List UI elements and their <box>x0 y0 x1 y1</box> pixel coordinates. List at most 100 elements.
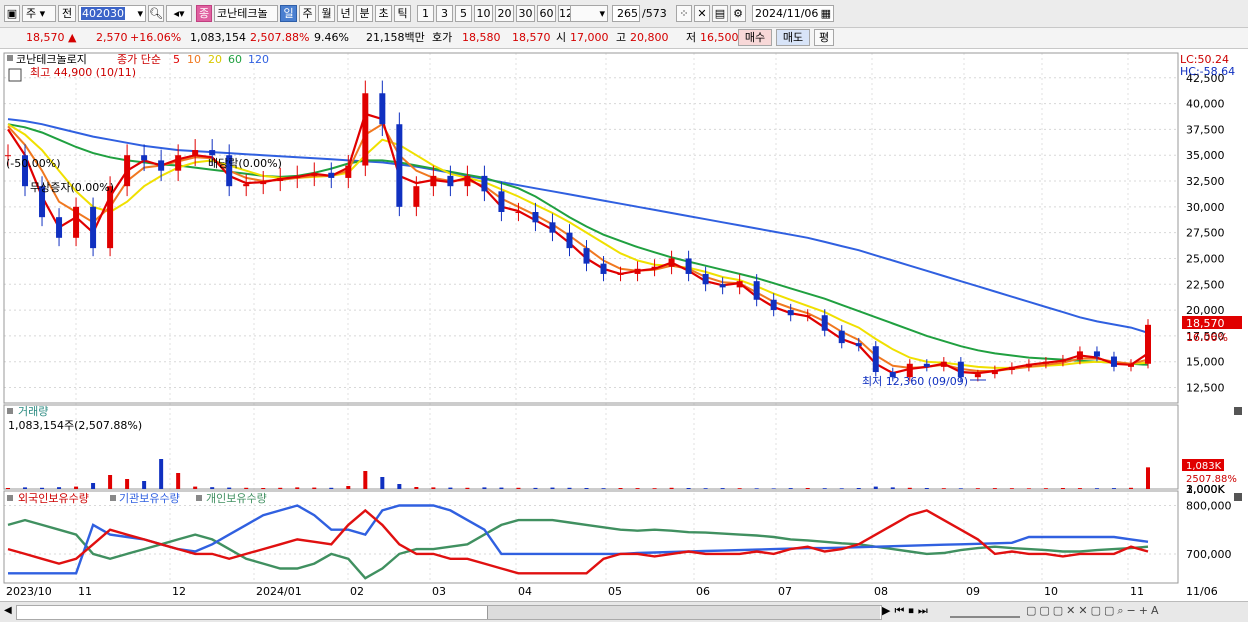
candle-body <box>1127 363 1134 367</box>
price-tick-9: 20,000 <box>1186 304 1225 317</box>
min-price-label: 최저 12,360 (09/09) <box>862 375 968 388</box>
sell-button[interactable]: 매도 <box>776 29 810 46</box>
volume-bar <box>737 488 742 489</box>
volume-bar <box>567 487 572 489</box>
volume-bar <box>805 488 810 489</box>
calendar-icon[interactable] <box>8 68 22 82</box>
candle-body <box>1042 361 1049 364</box>
volume-bar <box>482 487 487 489</box>
scroll-thumb[interactable] <box>487 606 880 619</box>
x-tick-6: 04 <box>518 585 532 598</box>
stock-code-input[interactable]: 402030 ▾ <box>78 5 146 22</box>
calendar-icon[interactable]: ▦ <box>821 6 831 21</box>
volume-bar <box>533 487 538 489</box>
max-price-label: 최고 44,900 (10/11) <box>30 66 136 79</box>
ask-price: 18,580 <box>462 31 501 44</box>
legend-foreign: 외국인보유수량 <box>18 492 89 505</box>
candle-body <box>396 124 403 207</box>
date-input[interactable]: 2024/11/06 ▦ <box>752 5 834 22</box>
up-arrow-icon: ▲ <box>68 31 77 44</box>
panel-menu-icon[interactable] <box>7 495 13 501</box>
minute-dropdown[interactable]: ▾ <box>570 5 608 22</box>
candle-body <box>1145 324 1151 364</box>
volume-tag-text: 1,083K <box>1186 461 1222 472</box>
volume-bar <box>1009 488 1014 489</box>
grid-icon[interactable]: ⁘ <box>676 5 692 22</box>
period-button-3[interactable]: 년 <box>337 5 354 22</box>
scroll-left-icon[interactable]: ◀ <box>4 605 14 617</box>
avg-button[interactable]: 평 <box>814 29 834 46</box>
save-icon[interactable]: ▤ <box>712 5 728 22</box>
count-input[interactable]: 265 <box>612 5 640 22</box>
candle-body <box>175 155 182 171</box>
panel-menu-icon[interactable] <box>110 495 116 501</box>
minute-button-10[interactable]: 10 <box>474 5 493 22</box>
period-button-6[interactable]: 틱 <box>394 5 411 22</box>
panel-menu-icon[interactable] <box>7 408 13 414</box>
scroll-bar: ◀ ▶⏮⏹⏭ ▢▢▢✕✕▢▢⌕−+A <box>0 601 1248 622</box>
minute-button-3[interactable]: 3 <box>436 5 453 22</box>
period-button-4[interactable]: 분 <box>356 5 373 22</box>
volume-bar <box>856 488 861 489</box>
close-panel-icon[interactable] <box>1234 493 1242 501</box>
market-select[interactable]: 주 ▾ <box>22 5 56 22</box>
candle-body <box>481 175 488 192</box>
chevron-down-icon[interactable]: ▾ <box>137 6 143 21</box>
volume-bar <box>992 488 997 489</box>
quote-bar: 18,570 ▲ 2,570 +16.06% 1,083,154 2,507.8… <box>0 28 1248 49</box>
volume-bar <box>771 488 776 489</box>
period-button-1[interactable]: 주 <box>299 5 316 22</box>
ma20-label: 20 <box>208 53 222 66</box>
x-tick-10: 08 <box>874 585 888 598</box>
volume-bar <box>1146 467 1150 489</box>
price-tick-7: 25,000 <box>1186 252 1225 265</box>
minute-button-30[interactable]: 30 <box>516 5 535 22</box>
chart-area[interactable]: 42,500 40,000 37,500 35,000 32,500 30,000 27,5… <box>0 49 1248 601</box>
candle-body <box>1059 359 1066 362</box>
volume-label: 1,083,154주(2,507.88%) <box>8 419 142 432</box>
minute-button-20[interactable]: 20 <box>495 5 514 22</box>
sound-icon[interactable]: ◂▾ <box>166 5 192 22</box>
price-tick-12: 12,500 <box>1186 382 1225 395</box>
period-button-0[interactable]: 일 <box>280 5 297 22</box>
playback-controls[interactable]: ▶⏮⏹⏭ <box>882 604 932 618</box>
layout-icon[interactable]: ▣ <box>4 5 20 22</box>
minute-button-5[interactable]: 5 <box>455 5 472 22</box>
zoom-slider[interactable] <box>950 606 1020 618</box>
volume-bar <box>380 477 385 489</box>
volume-bar <box>91 483 96 489</box>
candle-body <box>362 93 369 166</box>
volume-bar <box>618 488 623 489</box>
minute-button-1[interactable]: 1 <box>417 5 434 22</box>
hc-label: HC:-58.64 <box>1180 65 1235 78</box>
tool-icons[interactable]: ▢▢▢✕✕▢▢⌕−+A <box>1026 604 1162 618</box>
price-tick-11: 15,000 <box>1186 356 1225 369</box>
candle-body <box>940 361 947 367</box>
x-tick-2: 12 <box>172 585 186 598</box>
volume-bar <box>346 486 351 489</box>
period-button-5[interactable]: 초 <box>375 5 392 22</box>
high-label: 고 <box>616 31 627 44</box>
scroll-track[interactable] <box>16 605 882 620</box>
minute-button-60[interactable]: 60 <box>537 5 556 22</box>
volume-bar <box>295 487 300 489</box>
candle-body <box>107 186 114 249</box>
crosshair-icon[interactable]: ✕ <box>694 5 710 22</box>
close-panel-icon[interactable] <box>1234 407 1242 415</box>
search-icon[interactable]: 🔍︎ <box>148 5 164 22</box>
stock-chart[interactable]: 42,50040,00037,50035,00032,50030,00027,5… <box>0 49 1248 601</box>
period-button-2[interactable]: 월 <box>318 5 335 22</box>
buy-button[interactable]: 매수 <box>738 29 772 46</box>
panel-menu-icon[interactable] <box>196 495 202 501</box>
annotation-3: 배당락(0.00%) <box>208 157 282 170</box>
candle-body <box>702 273 709 285</box>
volume-bar <box>822 488 827 489</box>
gear-icon[interactable]: ⚙ <box>730 5 746 22</box>
volume-pct-tag: 2507.88% <box>1186 474 1237 485</box>
candle-body <box>447 175 454 187</box>
volume-bar <box>1094 488 1099 489</box>
panel-menu-icon[interactable] <box>7 55 13 61</box>
mode-button[interactable]: 전 <box>58 5 76 22</box>
total-count: /573 <box>642 7 667 20</box>
candle-body <box>294 175 301 178</box>
